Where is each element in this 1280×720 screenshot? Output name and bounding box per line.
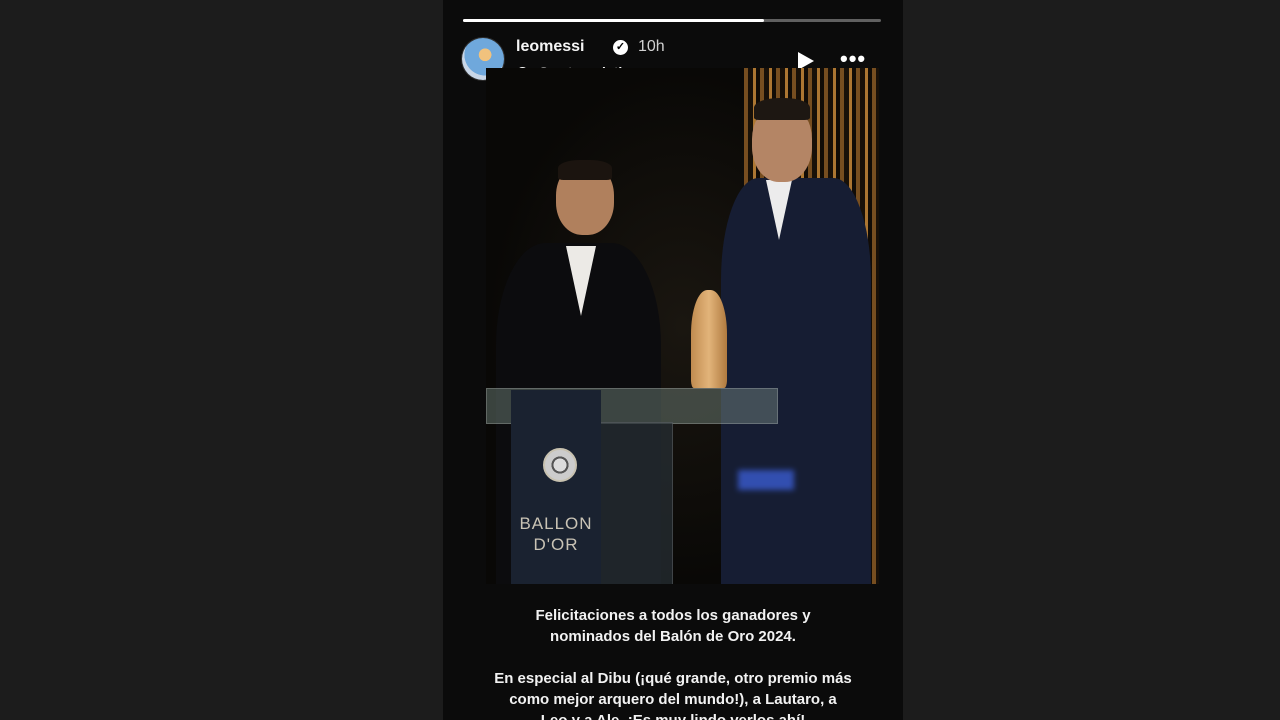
username[interactable]: leomessi [516,38,584,56]
trophy [691,290,727,388]
caption-line: Felicitaciones a todos los ganadores y [535,607,811,624]
caption-line: como mejor arquero del mundo!), a Lautar… [509,691,837,708]
story-photo: BALLON D'OR [486,68,879,584]
story-progress-fill [463,19,764,22]
podium-text: BALLON D'OR [519,514,593,554]
person-right [721,178,871,584]
story-caption: Felicitaciones a todos los ganadores y n… [443,605,903,720]
caption-line: En especial al Dibu (¡qué grande, otro p… [494,670,852,687]
verified-badge-icon: ✓ [613,40,628,55]
caption-line: Leo y a Ale. ¡Es muy lindo verlos ahí! [443,710,903,720]
story-progress-bar [463,19,881,22]
ballon-dor-logo-icon [543,448,577,482]
post-time: 10h [638,38,665,55]
caption-line: nominados del Balón de Oro 2024. [550,628,796,645]
story-viewer[interactable]: leomessi ✓ 10h See translation ••• BALLO… [443,0,903,720]
